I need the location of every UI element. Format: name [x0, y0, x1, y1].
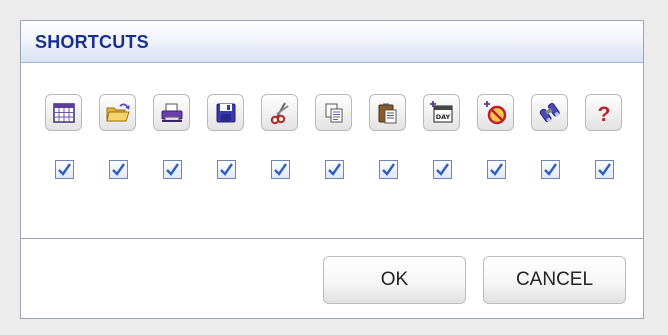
checkbox-add-day[interactable]	[433, 160, 452, 179]
checkmark-icon	[328, 163, 341, 176]
checkbox-copy[interactable]	[325, 160, 344, 179]
checkbox-open[interactable]	[109, 160, 128, 179]
save-disk-icon[interactable]	[207, 94, 244, 131]
shortcuts-dialog: SHORTCUTS DAY ? OK CANCEL	[20, 20, 644, 319]
checkmark-icon	[58, 163, 71, 176]
paste-clipboard-icon[interactable]	[369, 94, 406, 131]
shortcut-icon-row: DAY ?	[45, 94, 622, 131]
printer-icon[interactable]	[153, 94, 190, 131]
svg-text:DAY: DAY	[435, 113, 450, 121]
dialog-titlebar: SHORTCUTS	[21, 21, 643, 63]
help-question-icon[interactable]: ?	[585, 94, 622, 131]
checkmark-icon	[274, 163, 287, 176]
checkmark-icon	[166, 163, 179, 176]
copy-icon[interactable]	[315, 94, 352, 131]
checkmark-icon	[598, 163, 611, 176]
scissors-cut-icon[interactable]	[261, 94, 298, 131]
open-folder-icon[interactable]	[99, 94, 136, 131]
cancel-button[interactable]: CANCEL	[483, 256, 626, 304]
checkbox-save[interactable]	[217, 160, 236, 179]
checkbox-paste[interactable]	[379, 160, 398, 179]
checkmark-icon	[544, 163, 557, 176]
checkmark-icon	[436, 163, 449, 176]
ok-button[interactable]: OK	[323, 256, 466, 304]
svg-text:?: ?	[597, 103, 610, 125]
checkbox-add-no-entry[interactable]	[487, 160, 506, 179]
checkbox-print[interactable]	[163, 160, 182, 179]
checkbox-cut[interactable]	[271, 160, 290, 179]
dialog-title: SHORTCUTS	[35, 32, 149, 52]
add-no-entry-icon[interactable]	[477, 94, 514, 131]
checkbox-calendar[interactable]	[55, 160, 74, 179]
add-day-icon[interactable]: DAY	[423, 94, 460, 131]
checkmark-icon	[490, 163, 503, 176]
checkmark-icon	[112, 163, 125, 176]
checkbox-find[interactable]	[541, 160, 560, 179]
shortcut-checkbox-row	[55, 160, 614, 179]
checkbox-help[interactable]	[595, 160, 614, 179]
footer-divider	[21, 238, 643, 239]
binoculars-icon[interactable]	[531, 94, 568, 131]
checkmark-icon	[382, 163, 395, 176]
checkmark-icon	[220, 163, 233, 176]
calendar-grid-icon[interactable]	[45, 94, 82, 131]
